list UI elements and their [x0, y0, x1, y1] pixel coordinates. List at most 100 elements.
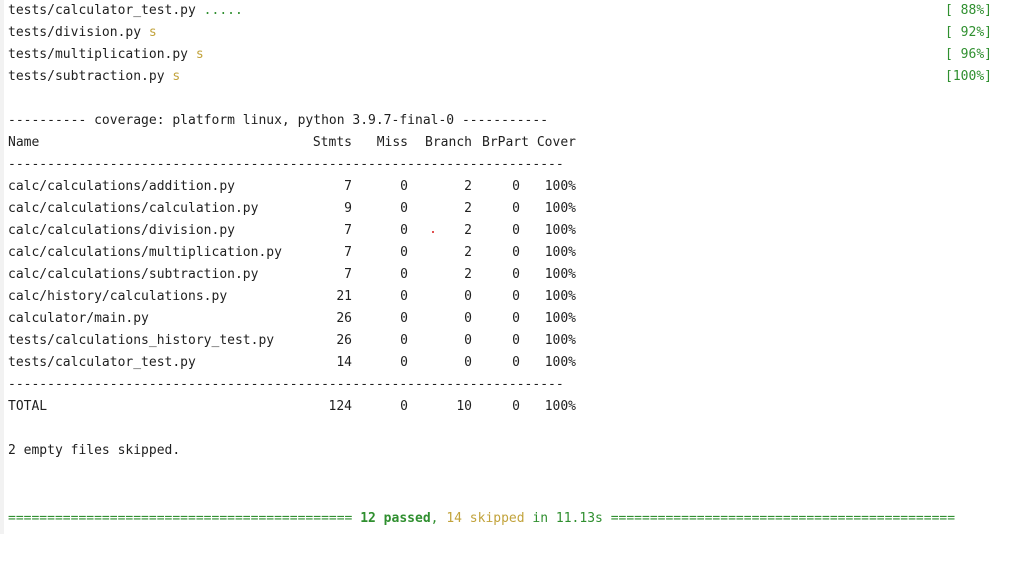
test-progress-percent: [100%]: [945, 69, 992, 84]
cell-miss: 0: [400, 333, 408, 348]
test-status-marks: .....: [203, 3, 243, 18]
summary-skipped: 14 skipped: [446, 511, 525, 526]
cell-name: calc/calculations/addition.py: [8, 179, 235, 194]
cell-branch: 2: [464, 245, 472, 260]
cell-name: tests/calculations_history_test.py: [8, 333, 275, 348]
cell-stmts: 7: [344, 223, 352, 238]
cell-miss: 0: [400, 289, 408, 304]
cell-stmts: 7: [344, 267, 352, 282]
col-branch-header: Branch: [425, 135, 472, 150]
cell-stmts: 14: [336, 355, 352, 370]
coverage-row: calc/calculations/addition.py 7 0 2 0 100%: [8, 176, 1008, 198]
test-file-name: tests/multiplication.py: [8, 47, 189, 62]
col-stmts-header: Stmts: [312, 135, 352, 150]
total-miss: 0: [400, 399, 408, 414]
cell-cover: 100%: [544, 245, 576, 260]
total-branch: 10: [456, 399, 472, 414]
skipped-files-note: 2 empty files skipped.: [8, 443, 181, 458]
total-brpart: 0: [512, 399, 520, 414]
coverage-row: calculator/main.py 26 0 0 0 100%: [8, 308, 1008, 330]
cell-cover: 100%: [544, 223, 576, 238]
coverage-row: tests/calculator_test.py 14 0 0 0 100%: [8, 352, 1008, 374]
cell-miss: 0: [400, 201, 408, 216]
cell-name: calc/calculations/division.py: [8, 223, 235, 238]
cell-miss: 0: [400, 179, 408, 194]
col-miss-header: Miss: [376, 135, 408, 150]
cell-brpart: 0: [512, 267, 520, 282]
cell-miss: 0: [400, 223, 408, 238]
total-row: TOTAL 124 0 10 0 100%: [8, 396, 1008, 418]
summary-left-rule: ========================================…: [8, 511, 361, 526]
coverage-row: tests/calculations_history_test.py 26 0 0 0 1…: [8, 330, 1008, 352]
coverage-header: ---------- coverage: platform linux, pyt…: [8, 113, 549, 128]
coverage-row: calc/calculations/subtraction.py 7 0 2 0 100%: [8, 264, 1008, 286]
col-cover-header: Cover: [536, 135, 576, 150]
test-result-line: tests/multiplication.py s [ 96%]: [8, 44, 1008, 66]
total-name: TOTAL: [8, 399, 48, 414]
test-progress-percent: [ 96%]: [945, 47, 992, 62]
cursor-marker: [432, 231, 434, 233]
summary-passed: 12 passed: [360, 511, 431, 526]
test-result-line: tests/subtraction.py s [100%]: [8, 66, 1008, 88]
test-progress-percent: [ 92%]: [945, 25, 992, 40]
cell-stmts: 21: [336, 289, 352, 304]
test-status-marks: s: [195, 47, 204, 62]
cell-miss: 0: [400, 267, 408, 282]
coverage-row: calc/calculations/multiplication.py 7 0 2 0 1…: [8, 242, 1008, 264]
cell-brpart: 0: [512, 333, 520, 348]
test-output-console: tests/calculator_test.py ..... [ 88%] test…: [8, 0, 1008, 462]
summary-right-rule: ========================================…: [610, 511, 956, 526]
test-status-marks: s: [148, 25, 157, 40]
cell-miss: 0: [400, 311, 408, 326]
cell-cover: 100%: [544, 179, 576, 194]
summary-time: in 11.13s: [524, 511, 611, 526]
cell-cover: 100%: [544, 289, 576, 304]
separator-line: ----------------------------------------…: [8, 157, 564, 172]
cell-branch: 2: [464, 179, 472, 194]
test-status-marks: s: [172, 69, 181, 84]
cell-name: calc/calculations/calculation.py: [8, 201, 259, 216]
cell-stmts: 26: [336, 333, 352, 348]
cell-name: calculator/main.py: [8, 311, 149, 326]
cell-brpart: 0: [512, 355, 520, 370]
cell-name: calc/calculations/subtraction.py: [8, 267, 259, 282]
cell-branch: 0: [464, 333, 472, 348]
cell-cover: 100%: [544, 333, 576, 348]
cell-branch: 0: [464, 311, 472, 326]
cell-brpart: 0: [512, 311, 520, 326]
cell-name: calc/history/calculations.py: [8, 289, 228, 304]
cell-stmts: 7: [344, 245, 352, 260]
cell-branch: 2: [464, 201, 472, 216]
coverage-row: calc/history/calculations.py 21 0 0 0 100%: [8, 286, 1008, 308]
cell-brpart: 0: [512, 201, 520, 216]
cell-cover: 100%: [544, 267, 576, 282]
cell-name: calc/calculations/multiplication.py: [8, 245, 282, 260]
test-result-line: tests/calculator_test.py ..... [ 88%]: [8, 0, 1008, 22]
col-name-header: Name: [8, 135, 40, 150]
cell-stmts: 9: [344, 201, 352, 216]
test-result-line: tests/division.py s [ 92%]: [8, 22, 1008, 44]
cell-miss: 0: [400, 355, 408, 370]
coverage-row: calc/calculations/division.py 7 0 2 0 100%: [8, 220, 1008, 242]
coverage-table-body: calc/calculations/addition.py 7 0 2 0 100% cal…: [8, 176, 1008, 374]
cell-stmts: 26: [336, 311, 352, 326]
total-stmts: 124: [328, 399, 352, 414]
cell-brpart: 0: [512, 223, 520, 238]
cell-brpart: 0: [512, 179, 520, 194]
cell-miss: 0: [400, 245, 408, 260]
cell-cover: 100%: [544, 355, 576, 370]
cell-branch: 2: [464, 223, 472, 238]
separator-line: ----------------------------------------…: [8, 377, 564, 392]
cell-brpart: 0: [512, 289, 520, 304]
test-file-name: tests/division.py: [8, 25, 142, 40]
cell-name: tests/calculator_test.py: [8, 355, 196, 370]
cell-branch: 0: [464, 355, 472, 370]
col-brpart-header: BrPart: [482, 135, 529, 150]
test-results-list: tests/calculator_test.py .....[ 88%] test…: [8, 0, 1008, 88]
test-progress-percent: [ 88%]: [945, 3, 992, 18]
cell-brpart: 0: [512, 245, 520, 260]
pytest-summary-line: ========================================…: [8, 508, 955, 530]
cell-cover: 100%: [544, 311, 576, 326]
cell-branch: 2: [464, 267, 472, 282]
